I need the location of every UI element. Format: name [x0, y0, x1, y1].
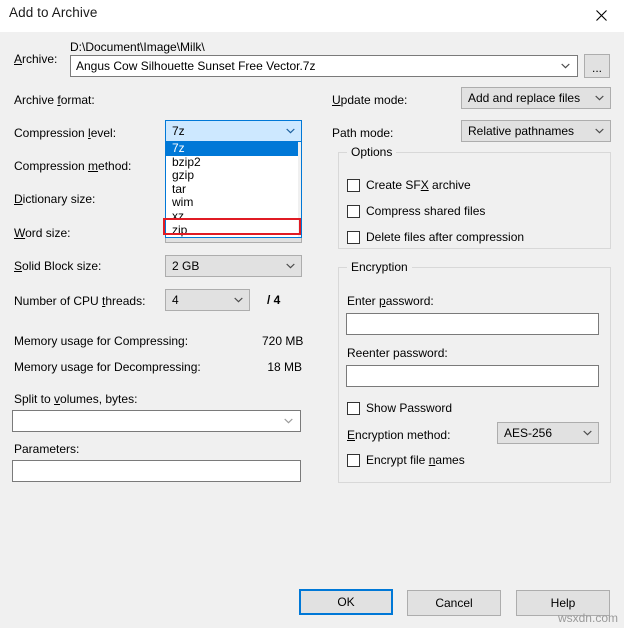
title-bar: Add to Archive: [0, 0, 624, 32]
solid-block-size-combobox[interactable]: 2 GB: [165, 255, 302, 277]
path-mode-label: Path mode:: [332, 126, 393, 140]
checkbox-box: [347, 402, 360, 415]
update-mode-value: Add and replace files: [468, 91, 590, 105]
watermark: wsxdn.com: [558, 611, 618, 625]
chevron-down-icon: [590, 128, 608, 134]
create-sfx-archive-checkbox[interactable]: Create SFX archive: [347, 178, 471, 192]
archive-name-value: Angus Cow Silhouette Sunset Free Vector.…: [76, 59, 555, 73]
dropdown-scrollbar[interactable]: [298, 142, 301, 237]
enter-password-input[interactable]: [346, 313, 599, 335]
parameters-input[interactable]: [12, 460, 301, 482]
checkbox-box: [347, 454, 360, 467]
ok-button[interactable]: OK: [299, 589, 393, 615]
encryption-method-combobox[interactable]: AES-256: [497, 422, 599, 444]
word-size-label: Word size:: [14, 226, 70, 240]
archive-label-rest: rchive:: [22, 52, 57, 66]
archive-format-combobox[interactable]: 7z: [165, 120, 302, 142]
chevron-down-icon: [578, 430, 596, 436]
archive-format-label: Archive format:: [14, 93, 95, 107]
archive-format-value: 7z: [172, 124, 281, 138]
show-password-checkbox[interactable]: Show Password: [347, 401, 452, 415]
archive-format-dropdown-list[interactable]: 7z bzip2 gzip tar wim xz zip: [165, 142, 302, 238]
compression-method-label: Compression method:: [14, 159, 131, 173]
checkbox-box: [347, 231, 360, 244]
encryption-method-label: Encryption method:: [347, 428, 450, 442]
format-option-bzip2[interactable]: bzip2: [166, 156, 301, 170]
encryption-group-title: Encryption: [347, 260, 412, 274]
memory-compressing-value: 720 MB: [262, 334, 302, 348]
split-volumes-combobox[interactable]: [12, 410, 301, 432]
compress-shared-files-checkbox[interactable]: Compress shared files: [347, 204, 485, 218]
chevron-down-icon: [555, 63, 575, 69]
show-password-label: Show Password: [366, 401, 452, 415]
create-sfx-archive-label: Create SFX archive: [366, 178, 471, 192]
memory-decompressing-value: 18 MB: [262, 360, 302, 374]
memory-decompressing-label: Memory usage for Decompressing:: [14, 360, 201, 374]
solid-block-size-value: 2 GB: [172, 259, 281, 273]
cpu-threads-combobox[interactable]: 4: [165, 289, 250, 311]
archive-path-text: D:\Document\Image\Milk\: [70, 40, 205, 54]
dictionary-size-label: Dictionary size:: [14, 192, 95, 206]
path-mode-value: Relative pathnames: [468, 124, 590, 138]
solid-block-size-label: Solid Block size:: [14, 259, 101, 273]
split-volumes-label: Split to volumes, bytes:: [14, 392, 137, 406]
options-group-title: Options: [347, 145, 396, 159]
encryption-method-value: AES-256: [504, 426, 578, 440]
update-mode-combobox[interactable]: Add and replace files: [461, 87, 611, 109]
format-option-tar[interactable]: tar: [166, 183, 301, 197]
chevron-down-icon: [281, 263, 299, 269]
chevron-down-icon: [281, 128, 299, 134]
enter-password-label: Enter password:: [347, 294, 434, 308]
checkbox-box: [347, 179, 360, 192]
reenter-password-label: Reenter password:: [347, 346, 448, 360]
browse-button[interactable]: ...: [584, 54, 610, 78]
compress-shared-files-label: Compress shared files: [366, 204, 485, 218]
window-title: Add to Archive: [9, 5, 97, 20]
compression-level-label: Compression level:: [14, 126, 116, 140]
encrypt-file-names-checkbox[interactable]: Encrypt file names: [347, 453, 465, 467]
close-button[interactable]: [578, 0, 624, 30]
chevron-down-icon: [229, 297, 247, 303]
archive-label: Archive:: [14, 52, 57, 66]
memory-compressing-label: Memory usage for Compressing:: [14, 334, 188, 348]
path-mode-combobox[interactable]: Relative pathnames: [461, 120, 611, 142]
delete-files-after-compression-label: Delete files after compression: [366, 230, 524, 244]
format-option-zip[interactable]: zip: [166, 224, 301, 238]
format-option-xz[interactable]: xz: [166, 210, 301, 224]
close-icon: [596, 10, 607, 21]
encrypt-file-names-label: Encrypt file names: [366, 453, 465, 467]
cpu-threads-value: 4: [172, 293, 229, 307]
chevron-down-icon: [278, 418, 298, 424]
parameters-label: Parameters:: [14, 442, 79, 456]
format-option-wim[interactable]: wim: [166, 196, 301, 210]
cpu-threads-label: Number of CPU threads:: [14, 294, 145, 308]
add-to-archive-dialog: Archive: D:\Document\Image\Milk\ Angus C…: [0, 32, 624, 628]
reenter-password-input[interactable]: [346, 365, 599, 387]
archive-name-combobox[interactable]: Angus Cow Silhouette Sunset Free Vector.…: [70, 55, 578, 77]
format-option-7z[interactable]: 7z: [166, 142, 301, 156]
chevron-down-icon: [590, 95, 608, 101]
format-option-gzip[interactable]: gzip: [166, 169, 301, 183]
cpu-threads-total: / 4: [267, 293, 280, 307]
delete-files-after-compression-checkbox[interactable]: Delete files after compression: [347, 230, 524, 244]
checkbox-box: [347, 205, 360, 218]
cancel-button[interactable]: Cancel: [407, 590, 501, 616]
update-mode-label: Update mode:: [332, 93, 407, 107]
